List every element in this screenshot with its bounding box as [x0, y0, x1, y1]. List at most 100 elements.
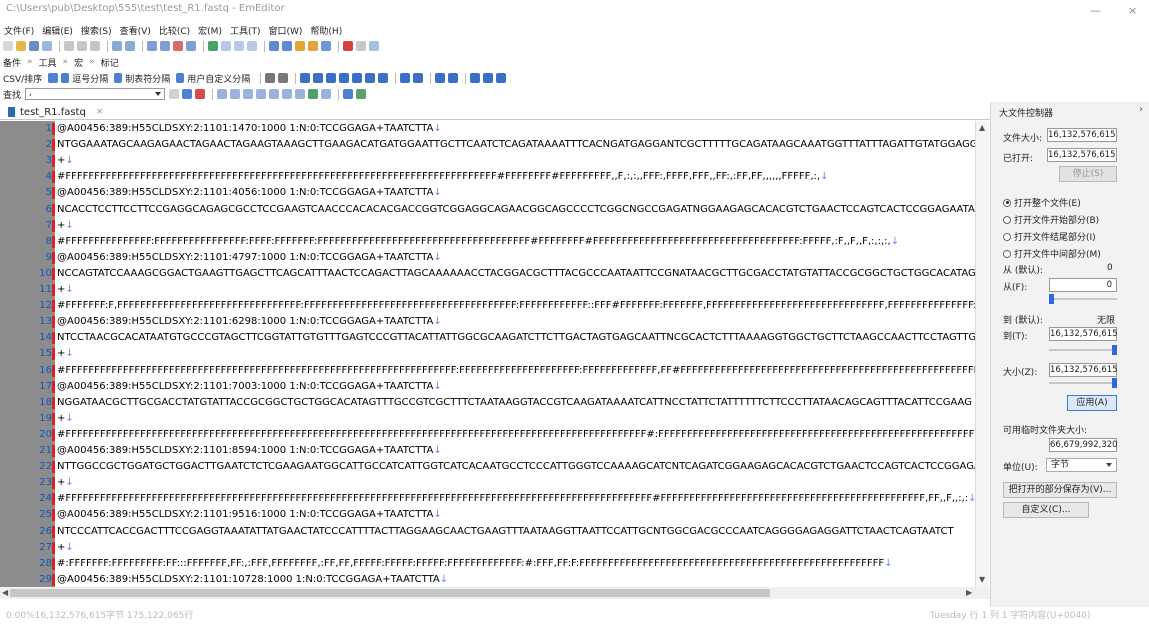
editor-line[interactable]: 5 @A00456:389:H55CLDSXY:2:1101:4056:1000 … — [0, 185, 975, 201]
to-slider-thumb[interactable] — [1112, 345, 1117, 355]
undo-icon[interactable] — [112, 41, 122, 51]
editor-line[interactable]: 24 #FFFFFFFFFFFFFFFFFFFFFFFFFFFFFFFFFFFFF… — [0, 491, 975, 507]
menu-window[interactable]: 窗口(W) — [269, 24, 303, 37]
sort-asc-icon[interactable] — [313, 73, 324, 83]
editor-line[interactable]: 28 #:FFFFFFF:FFFFFFFFF:FF:::FFFFFFF,FF:,:… — [0, 556, 975, 572]
whole-word-icon[interactable] — [230, 89, 241, 99]
ruler-icon[interactable] — [496, 73, 507, 83]
chevron-right-icon[interactable]: » — [63, 57, 69, 67]
unit-select[interactable]: 字节 — [1046, 458, 1117, 472]
menu-search[interactable]: 搜索(S) — [81, 24, 112, 37]
editor-line[interactable]: 14 NTCCTAACGCACATAATGTGCCCGTAGCTTCGGTATTG… — [0, 330, 975, 346]
editor-line[interactable]: 25 @A00456:389:H55CLDSXY:2:1101:9516:1000… — [0, 507, 975, 523]
highlight-icon[interactable] — [282, 89, 293, 99]
column-insert-icon[interactable] — [435, 73, 446, 83]
chevron-right-icon[interactable]: » — [27, 57, 33, 67]
join-icon[interactable] — [400, 73, 411, 83]
editor-line[interactable]: 4 #FFFFFFFFFFFFFFFFFFFFFFFFFFFFFFFFFFFFFF… — [0, 169, 975, 185]
from-slider-thumb[interactable] — [1049, 294, 1054, 304]
from-input[interactable]: 0 — [1049, 278, 1117, 292]
macros-toolbar-label[interactable]: 宏 — [74, 56, 83, 69]
sort-num-icon[interactable] — [339, 73, 350, 83]
find-prev-icon[interactable] — [173, 41, 183, 51]
to-input[interactable]: 16,132,576,615 — [1049, 327, 1118, 341]
macro-run-icon[interactable] — [308, 41, 318, 51]
match-case-icon[interactable] — [217, 89, 228, 99]
bookmarks-toolbar-label[interactable]: 备件 — [3, 56, 21, 69]
radio-open-start[interactable]: 打开文件开始部分(B) — [1003, 213, 1099, 226]
tab-test-r1-fastq[interactable]: test_R1.fastq × — [4, 104, 107, 120]
apply-button[interactable]: 应用(A) — [1067, 395, 1117, 411]
editor-line[interactable]: 22 NTTGGCCGCTGGATGCTGGACTTGAATCTCTCGAAGAA… — [0, 459, 975, 475]
menu-file[interactable]: 文件(F) — [4, 24, 34, 37]
editor-line[interactable]: 10 NCCAGTATCCAAAGCGGACTGAAGTTGAGCTTCAGCAT… — [0, 266, 975, 282]
editor-line[interactable]: 3 +↓ — [0, 153, 975, 169]
menu-edit[interactable]: 编辑(E) — [42, 24, 73, 37]
editor-line[interactable]: 17 @A00456:389:H55CLDSXY:2:1101:7003:1000… — [0, 379, 975, 395]
close-tab-icon[interactable]: × — [96, 107, 104, 117]
editor-line[interactable]: 27 +↓ — [0, 540, 975, 556]
stop-icon[interactable] — [343, 41, 353, 51]
cut-icon[interactable] — [64, 41, 74, 51]
scroll-down-icon[interactable]: ▼ — [979, 575, 985, 584]
sort-len-icon[interactable] — [352, 73, 363, 83]
view-wrap-icon[interactable] — [234, 41, 244, 51]
column-delete-icon[interactable] — [448, 73, 459, 83]
editor-line[interactable]: 13 @A00456:389:H55CLDSXY:2:1101:6298:1000… — [0, 314, 975, 330]
scroll-up-icon[interactable]: ▲ — [979, 123, 985, 132]
text-editor[interactable]: 1 @A00456:389:H55CLDSXY:2:1101:1470:1000 … — [0, 121, 975, 587]
find-options-icon[interactable] — [169, 89, 180, 99]
filter-icon[interactable] — [265, 73, 276, 83]
minimize-button[interactable]: — — [1090, 2, 1101, 20]
editor-line[interactable]: 11 +↓ — [0, 282, 975, 298]
close-find-icon[interactable] — [356, 89, 367, 99]
normal-mode-icon[interactable] — [48, 73, 59, 83]
columns-icon[interactable] — [300, 73, 311, 83]
editor-line[interactable]: 21 @A00456:389:H55CLDSXY:2:1101:8594:1000… — [0, 443, 975, 459]
horizontal-scrollbar[interactable]: ◀ ▶ — [0, 587, 990, 599]
user-defined-separator-button[interactable]: 用户自定义分隔 — [187, 72, 250, 85]
editor-line[interactable]: 1 @A00456:389:H55CLDSXY:2:1101:1470:1000 … — [0, 121, 975, 137]
close-window-button[interactable]: × — [1128, 2, 1137, 20]
editor-line[interactable]: 12 #FFFFFFF:F,FFFFFFFFFFFFFFFFFFFFFFFFFFF… — [0, 298, 975, 314]
editor-line[interactable]: 16 #FFFFFFFFFFFFFFFFFFFFFFFFFFFFFFFFFFFFF… — [0, 363, 975, 379]
replace-icon[interactable] — [186, 41, 196, 51]
menu-view[interactable]: 查看(V) — [120, 24, 151, 37]
next-match-icon[interactable] — [295, 89, 306, 99]
editor-line[interactable]: 20 #FFFFFFFFFFFFFFFFFFFFFFFFFFFFFFFFFFFFF… — [0, 427, 975, 443]
mark-toolbar-label[interactable]: 标记 — [101, 56, 119, 69]
copy-icon[interactable] — [77, 41, 87, 51]
save-open-part-button[interactable]: 把打开的部分保存为(V)... — [1003, 482, 1117, 498]
chevron-right-icon[interactable]: » — [89, 57, 95, 67]
encoding-icon[interactable] — [269, 41, 279, 51]
config-icon[interactable] — [282, 41, 292, 51]
open-folder-icon[interactable] — [16, 41, 26, 51]
editor-line[interactable]: 9 @A00456:389:H55CLDSXY:2:1101:4797:1000 … — [0, 250, 975, 266]
count-icon[interactable] — [321, 89, 332, 99]
find-input[interactable]: , — [25, 88, 166, 100]
find-down-icon[interactable] — [182, 89, 193, 99]
save-icon[interactable] — [29, 41, 39, 51]
editor-line[interactable]: 8 #FFFFFFFFFFFFFFF:FFFFFFFFFFFFFFFF:FFFF:… — [0, 234, 975, 250]
menu-tools[interactable]: 工具(T) — [230, 24, 261, 37]
vertical-scrollbar[interactable]: ▲ ▼ — [975, 121, 989, 587]
from-slider[interactable] — [1049, 294, 1117, 304]
view-normal-icon[interactable] — [221, 41, 231, 51]
editor-line[interactable]: 6 NCACCTCCTTCCTTCCGAGGCAGAGCGCCTCCGAAGTCA… — [0, 202, 975, 218]
find-up-icon[interactable] — [195, 89, 206, 99]
radio-open-end[interactable]: 打开文件结尾部分(I) — [1003, 230, 1096, 243]
new-file-icon[interactable] — [3, 41, 13, 51]
menu-help[interactable]: 帮助(H) — [310, 24, 342, 37]
window-list-icon[interactable] — [321, 41, 331, 51]
tools-toolbar-label[interactable]: 工具 — [39, 56, 57, 69]
radio-open-whole[interactable]: 打开整个文件(E) — [1003, 196, 1081, 209]
find-next-icon[interactable] — [160, 41, 170, 51]
pause-icon[interactable] — [356, 41, 366, 51]
split-window-icon[interactable] — [208, 41, 218, 51]
clear-filter-icon[interactable] — [278, 73, 289, 83]
scroll-right-icon[interactable]: ▶ — [966, 588, 972, 597]
macro-record-icon[interactable] — [295, 41, 305, 51]
heading-icon[interactable] — [470, 73, 481, 83]
sort-more-icon[interactable] — [378, 73, 389, 83]
editor-line[interactable]: 15 +↓ — [0, 346, 975, 362]
